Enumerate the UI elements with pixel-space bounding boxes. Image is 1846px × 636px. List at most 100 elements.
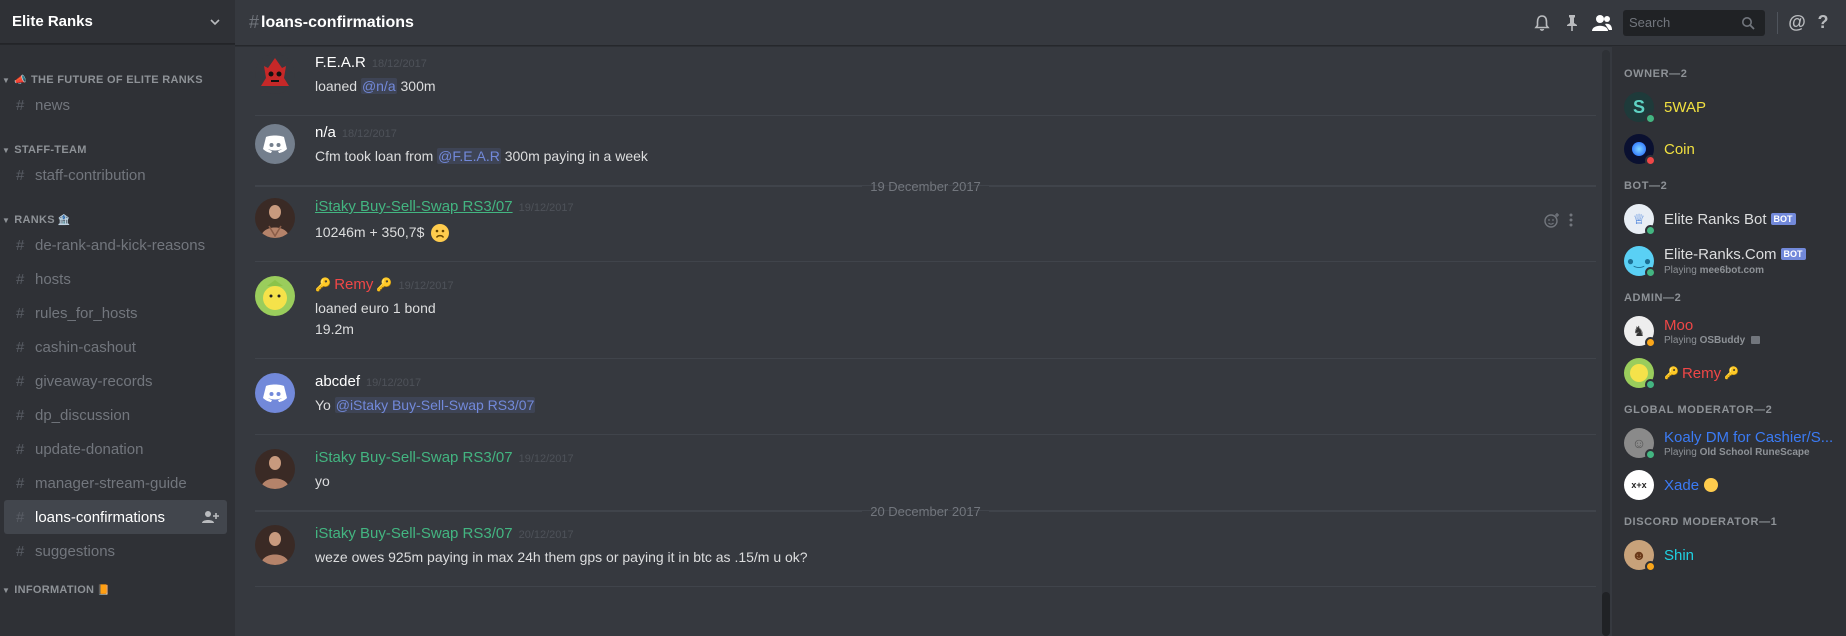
role-header: ADMIN—2 [1624, 292, 1682, 304]
avatar[interactable] [255, 373, 295, 413]
idle-status-icon [1645, 561, 1656, 572]
channel-rules-for-hosts[interactable]: # rules_for_hosts [4, 296, 227, 330]
search-input[interactable] [1629, 15, 1741, 30]
avatar[interactable] [255, 276, 295, 316]
channel-manager-stream-guide[interactable]: # manager-stream-guide [4, 466, 227, 500]
channel-giveaway-records[interactable]: # giveaway-records [4, 364, 227, 398]
avatar: ☺ [1624, 428, 1656, 460]
add-reaction-icon[interactable] [1544, 212, 1560, 228]
channel-title: loans-confirmations [261, 13, 414, 31]
category-future[interactable]: ▼ 📣 THE FUTURE OF ELITE RANKS [0, 72, 235, 88]
channel-label: rules_for_hosts [35, 304, 138, 322]
message-author[interactable]: n/a [315, 124, 336, 141]
avatar[interactable] [255, 449, 295, 489]
user-mention[interactable]: @n/a [360, 78, 397, 94]
channel-de-rank[interactable]: # de-rank-and-kick-reasons [4, 228, 227, 262]
message-author[interactable]: iStaky Buy-Sell-Swap RS3/07 [315, 198, 513, 215]
category-staff[interactable]: ▼ STAFF-TEAM [0, 142, 235, 158]
member-activity: Playing OSBuddy [1664, 335, 1760, 346]
avatar[interactable] [255, 124, 295, 164]
role-header: OWNER—2 [1624, 68, 1688, 80]
member-item[interactable]: ☺ Koaly DM for Cashier/S... Playing Old … [1612, 422, 1846, 464]
search-box[interactable] [1623, 9, 1765, 36]
role-header: DISCORD MODERATOR—1 [1624, 516, 1778, 528]
member-item[interactable]: Coin [1612, 128, 1846, 170]
member-item[interactable]: ●‿● Elite-Ranks.Com BOT Playing mee6bot.c… [1612, 240, 1846, 282]
message-group: 🔑 Remy 🔑 19/12/2017 loaned euro 1 bond 1… [255, 262, 1596, 359]
chevron-down-icon [210, 18, 220, 25]
message-timestamp: 18/12/2017 [371, 58, 427, 70]
message-list[interactable]: F.E.A.R 18/12/2017 loaned @n/a 300m n/a [235, 46, 1612, 636]
avatar[interactable] [255, 198, 295, 238]
locked-hash-icon: # [16, 406, 25, 424]
key-icon: 🔑 [376, 277, 393, 292]
channel-label: manager-stream-guide [35, 474, 187, 492]
category-information[interactable]: ▼ INFORMATION 📙 [0, 582, 235, 598]
message-author[interactable]: abcdef [315, 373, 360, 390]
member-name: Xade [1664, 476, 1700, 494]
message-author[interactable]: iStaky Buy-Sell-Swap RS3/07 [315, 449, 513, 466]
member-item[interactable]: x+x Xade [1612, 464, 1846, 506]
locked-hash-icon: # [16, 508, 25, 526]
channel-suggestions[interactable]: # suggestions [4, 534, 227, 568]
more-options-icon[interactable] [1568, 212, 1574, 228]
message-content: weze owes 925m paying in max 24h them gp… [315, 549, 808, 565]
help-icon[interactable]: ? [1812, 11, 1834, 35]
message-content: yo [315, 473, 330, 489]
category-ranks[interactable]: ▼ RANKS 🏦 [0, 212, 235, 228]
message-author[interactable]: F.E.A.R [315, 54, 366, 71]
avatar[interactable] [255, 525, 295, 565]
channel-label: de-rank-and-kick-reasons [35, 236, 206, 254]
channel-loans-confirmations[interactable]: # loans-confirmations [4, 500, 227, 534]
guild-header[interactable]: Elite Ranks [0, 0, 235, 44]
bell-icon[interactable] [1527, 11, 1557, 35]
channel-label: staff-contribution [35, 166, 146, 184]
locked-hash-icon: # [16, 304, 25, 322]
user-mention[interactable]: @F.E.A.R [437, 148, 501, 164]
locked-hash-icon: # [249, 12, 260, 32]
message-group: iStaky Buy-Sell-Swap RS3/07 20/12/2017 w… [255, 511, 1596, 587]
add-user-icon[interactable] [201, 510, 219, 524]
channel-cashin-cashout[interactable]: # cashin-cashout [4, 330, 227, 364]
pin-icon[interactable] [1557, 11, 1587, 35]
locked-hash-icon: # [16, 236, 25, 254]
scrollbar[interactable] [1602, 50, 1610, 636]
member-name: 5WAP [1664, 98, 1706, 116]
locked-hash-icon: # [16, 270, 25, 288]
member-item[interactable]: ☻ Shin [1612, 534, 1846, 576]
members-icon[interactable] [1587, 11, 1617, 35]
channel-update-donation[interactable]: # update-donation [4, 432, 227, 466]
mention-icon[interactable]: @ [1782, 11, 1812, 35]
message-content: Yo @iStaky Buy-Sell-Swap RS3/07 [315, 397, 536, 413]
scrollbar-thumb[interactable] [1602, 592, 1610, 636]
megaphone-icon: 📣 [14, 74, 27, 86]
message-group: iStaky Buy-Sell-Swap RS3/07 19/12/2017 1… [255, 186, 1596, 262]
role-header: BOT—2 [1624, 180, 1668, 192]
header-toolbar: @ ? [1527, 9, 1834, 36]
online-status-icon [1645, 449, 1656, 460]
toolbar-divider [1777, 11, 1778, 34]
channel-hosts[interactable]: # hosts [4, 262, 227, 296]
message-author[interactable]: Remy [334, 276, 373, 293]
locked-hash-icon: # [16, 542, 25, 560]
member-activity: Playing Old School RuneScape [1664, 446, 1810, 458]
user-mention[interactable]: @iStaky Buy-Sell-Swap RS3/07 [334, 397, 536, 413]
locked-hash-icon: # [16, 474, 25, 492]
message-author[interactable]: iStaky Buy-Sell-Swap RS3/07 [315, 525, 513, 542]
member-activity: Playing mee6bot.com [1664, 265, 1765, 276]
member-item[interactable]: 🔑 Remy 🔑 [1612, 352, 1846, 394]
member-item[interactable]: S 5WAP [1612, 86, 1846, 128]
avatar [1624, 358, 1656, 390]
avatar [1624, 134, 1656, 166]
message-group: F.E.A.R 18/12/2017 loaned @n/a 300m [255, 46, 1596, 116]
avatar: S [1624, 92, 1656, 124]
key-icon: 🔑 [1664, 366, 1679, 380]
channel-label: cashin-cashout [35, 338, 136, 356]
channel-staff-contribution[interactable]: # staff-contribution [4, 158, 227, 192]
channel-news[interactable]: # news [4, 88, 227, 122]
member-item[interactable]: ♞ Moo Playing OSBuddy [1612, 310, 1846, 352]
key-icon: 🔑 [315, 277, 332, 292]
channel-dp-discussion[interactable]: # dp_discussion [4, 398, 227, 432]
member-item[interactable]: ♕ Elite Ranks Bot BOT [1612, 198, 1846, 240]
avatar[interactable] [255, 54, 295, 94]
